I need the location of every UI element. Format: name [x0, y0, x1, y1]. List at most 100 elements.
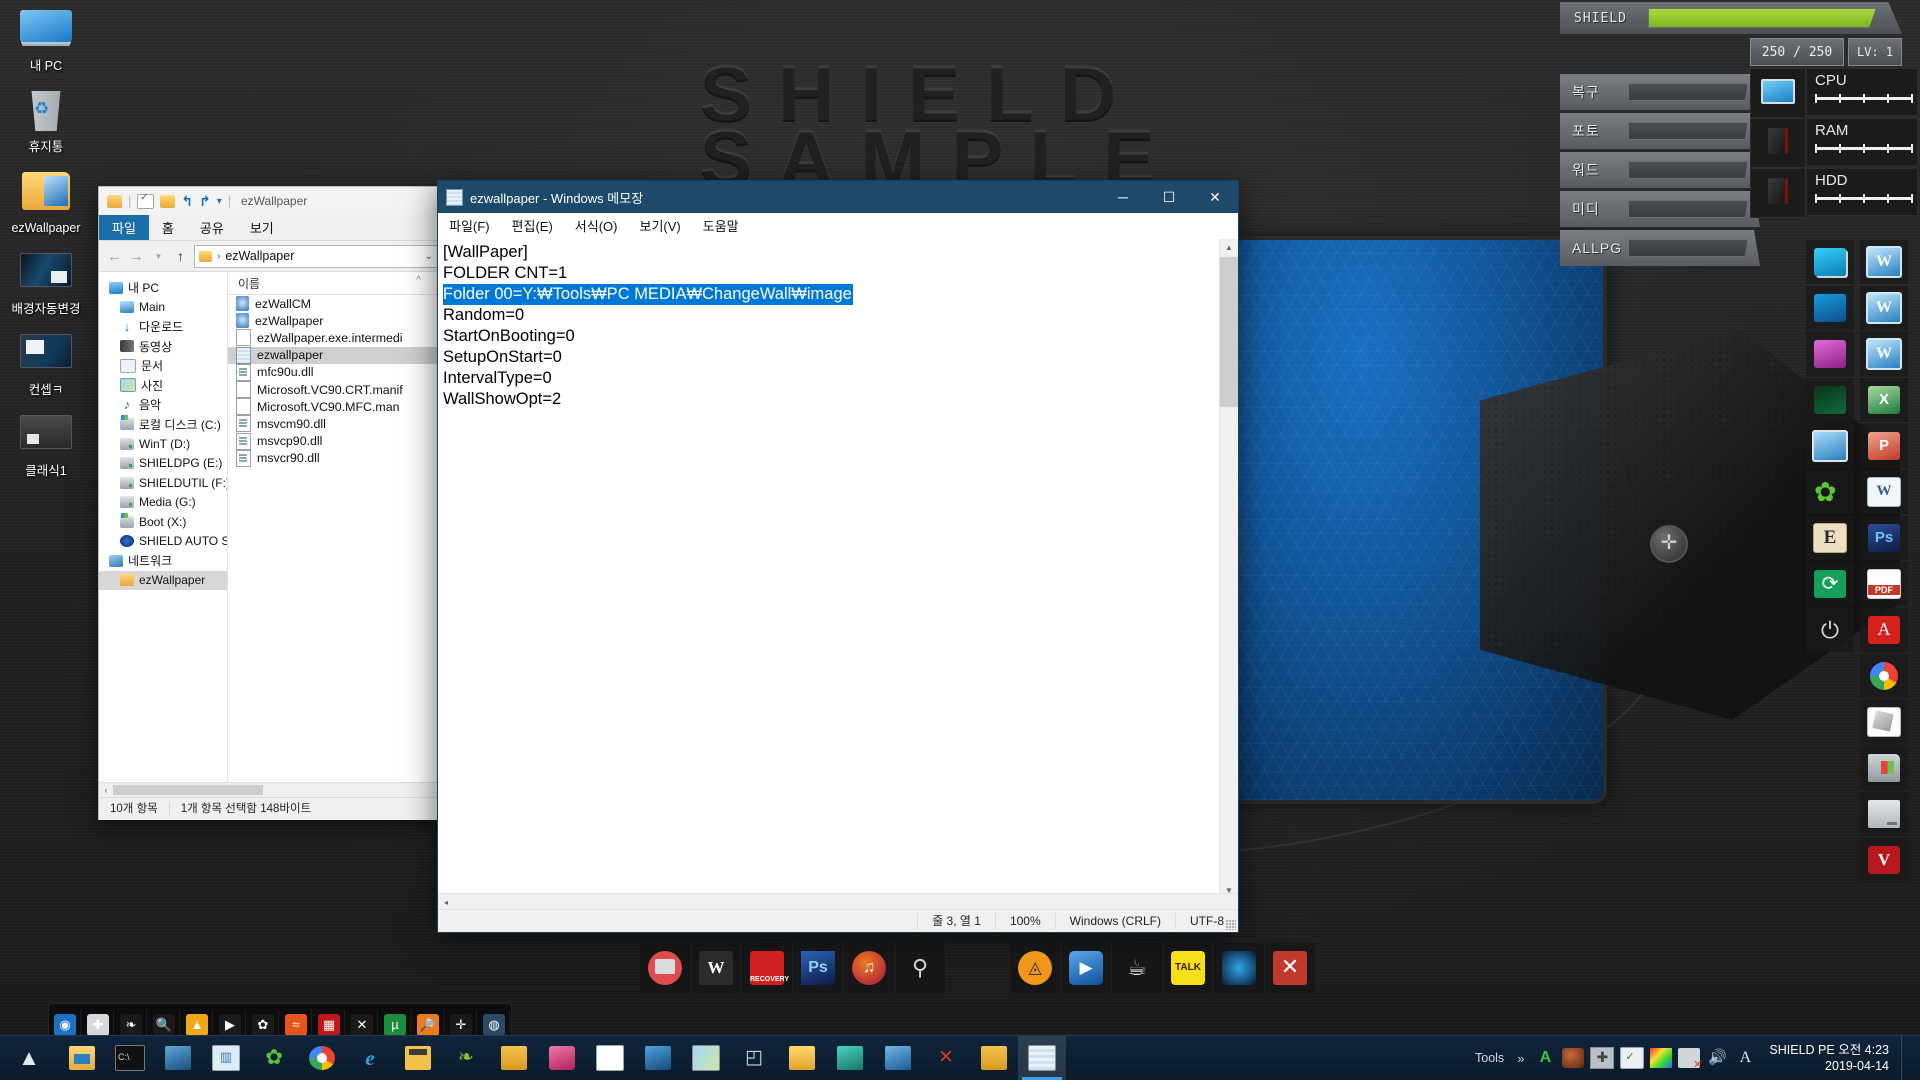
- dock-slot[interactable]: [1214, 943, 1265, 993]
- taskbar-item-leaf[interactable]: ❧: [442, 1036, 490, 1080]
- nav-item-shieldpge[interactable]: SHIELDPG (E:): [99, 454, 227, 474]
- volume-icon[interactable]: 🔊: [1706, 1048, 1728, 1068]
- nav-item-bootx[interactable]: Boot (X:): [99, 512, 227, 532]
- dock-slot[interactable]: ☕: [1112, 943, 1163, 993]
- refresh-green-icon[interactable]: ⟳: [1814, 570, 1846, 598]
- taskbar-item-perf-monitor[interactable]: ▥: [202, 1036, 250, 1080]
- v-red-icon[interactable]: V: [1868, 846, 1900, 874]
- dock-slot[interactable]: ⚲: [895, 943, 946, 993]
- network-disconnected-icon[interactable]: [1678, 1048, 1702, 1071]
- dock-slot[interactable]: X: [1860, 378, 1908, 422]
- notepad-line[interactable]: StartOnBooting=0: [443, 326, 1216, 347]
- notepad-line[interactable]: SetupOnStart=0: [443, 347, 1216, 368]
- file-row[interactable]: Microsoft.VC90.CRT.manif: [228, 381, 445, 399]
- system-tray[interactable]: Tools » A ✚ 🔊 A SHIELD PE 오전 4:23 2019-04-1…: [1469, 1036, 1920, 1080]
- notepad-line[interactable]: [WallPaper]: [443, 242, 1216, 263]
- plus-tool-icon[interactable]: ✚: [1590, 1047, 1615, 1069]
- desktop-icon-ezwallpaper[interactable]: ezWallpaper: [7, 172, 85, 235]
- notepad-text-content[interactable]: [WallPaper] FOLDER CNT=1 Folder 00=Y:₩Tool…: [443, 242, 1216, 410]
- chevron-down-icon[interactable]: ▾: [217, 196, 222, 207]
- dock-slot[interactable]: W: [1860, 332, 1908, 376]
- windows-folder-icon[interactable]: [1868, 754, 1900, 782]
- dock-slot[interactable]: W: [1860, 470, 1908, 514]
- red-puzzle-icon[interactable]: ✛: [450, 1014, 472, 1036]
- up-icon[interactable]: ↑: [172, 248, 189, 264]
- orange-triangle-icon[interactable]: ◬: [1018, 951, 1052, 985]
- file-row[interactable]: Microsoft.VC90.MFC.man: [228, 398, 445, 416]
- red-monitor-icon[interactable]: [648, 951, 682, 985]
- dock-slot[interactable]: [1806, 332, 1854, 376]
- desktop-icon-classic1[interactable]: 클래식1: [7, 415, 85, 478]
- address-input[interactable]: › ezWallpaper ⌄: [194, 244, 438, 268]
- plus-icon[interactable]: ✚: [87, 1014, 109, 1036]
- scrollbar-track[interactable]: [113, 785, 445, 795]
- taskbar-item-notepad[interactable]: [1018, 1036, 1066, 1080]
- taskbar-item-file-explorer[interactable]: [58, 1036, 106, 1080]
- desktop-icon-my-pc[interactable]: 내 PC: [7, 10, 85, 73]
- taskbar-item-photo-viewer[interactable]: [682, 1036, 730, 1080]
- taskbar-item-teal-app[interactable]: [826, 1036, 874, 1080]
- nav-item-main[interactable]: Main: [99, 298, 227, 318]
- monitor-matrix-icon[interactable]: [1814, 386, 1846, 414]
- dock-slot[interactable]: [1860, 792, 1908, 836]
- nav-item-mediag[interactable]: Media (G:): [99, 493, 227, 513]
- scrabble-e-icon[interactable]: E: [1813, 523, 1847, 553]
- menu-view[interactable]: 보기(V): [628, 213, 691, 238]
- desktop-icon-recycle-bin[interactable]: 휴지통: [7, 91, 85, 154]
- monitor-pink-icon[interactable]: [1814, 340, 1846, 368]
- nav-item-[interactable]: 문서: [99, 356, 227, 376]
- taskbar-item-blue-app[interactable]: [634, 1036, 682, 1080]
- nav-item-[interactable]: ♪ 음악: [99, 395, 227, 415]
- taskbar-item-clover[interactable]: ✿: [250, 1036, 298, 1080]
- dock-slot[interactable]: [1860, 700, 1908, 744]
- dock-slot[interactable]: P: [1860, 424, 1908, 468]
- leaf-icon[interactable]: ❧: [120, 1014, 142, 1036]
- word-icon[interactable]: W: [699, 951, 733, 985]
- hdd-icon[interactable]: [1868, 800, 1900, 828]
- red-x-icon[interactable]: ✕: [1273, 951, 1307, 985]
- acrobat-icon[interactable]: A: [1868, 616, 1900, 644]
- new-folder-icon[interactable]: [160, 194, 176, 208]
- monitor-cyan-icon[interactable]: [1814, 248, 1846, 276]
- ime-icon[interactable]: A: [1734, 1048, 1756, 1068]
- blue-app-icon[interactable]: ◉: [54, 1014, 76, 1036]
- taskbar-item-command-prompt[interactable]: C:\: [106, 1036, 154, 1080]
- dock-slot[interactable]: [1860, 654, 1908, 698]
- tools-label[interactable]: Tools: [1469, 1051, 1510, 1065]
- planet-icon[interactable]: [1562, 1048, 1585, 1068]
- dock-slot[interactable]: ◬: [1010, 943, 1061, 993]
- dock-slot[interactable]: ⏻: [1806, 608, 1854, 652]
- red-grid-icon[interactable]: ▦: [318, 1014, 340, 1036]
- play-blue-icon[interactable]: ▶: [1069, 951, 1103, 985]
- forward-icon[interactable]: →: [128, 248, 145, 265]
- tab-home[interactable]: 홈: [149, 215, 187, 240]
- desktop-icon-wallpaper-autochange[interactable]: 배경자동변경: [7, 253, 85, 316]
- taskbar-item-sticky-note[interactable]: [490, 1036, 538, 1080]
- dock-slot[interactable]: [1806, 240, 1854, 284]
- nav-item-[interactable]: ↓ 다운로드: [99, 317, 227, 337]
- minimize-button[interactable]: ─: [1100, 181, 1146, 213]
- menu-file[interactable]: 파일(F): [438, 213, 501, 238]
- nav-item-ezwallpaper[interactable]: ezWallpaper: [99, 570, 227, 590]
- undo-icon[interactable]: ↰: [181, 193, 193, 210]
- file-row[interactable]: mfc90u.dll: [228, 363, 445, 381]
- nav-item-shieldautossd[interactable]: SHIELD AUTO SSD: [99, 532, 227, 552]
- address-bar-row[interactable]: ← → ▾ ↑ › ezWallpaper ⌄: [99, 241, 445, 271]
- notepad-line[interactable]: WallShowOpt=2: [443, 389, 1216, 410]
- file-row[interactable]: ezWallCM: [228, 295, 445, 312]
- notepad-vertical-scrollbar[interactable]: ▲ ▼: [1219, 239, 1238, 900]
- notepad-line[interactable]: IntervalType=0: [443, 368, 1216, 389]
- floppy-tool-icon[interactable]: [1867, 707, 1901, 737]
- notepad-window[interactable]: ezwallpaper - Windows 메모장 ─ ☐ ✕ 파일(F) 편집…: [437, 180, 1239, 933]
- taskbar-item-pink-app[interactable]: [538, 1036, 586, 1080]
- dock-slot[interactable]: W: [1860, 286, 1908, 330]
- dock-slot[interactable]: [1860, 562, 1908, 606]
- notepad-title-bar[interactable]: ezwallpaper - Windows 메모장 ─ ☐ ✕: [438, 181, 1238, 213]
- clock[interactable]: SHIELD PE 오전 4:23 2019-04-14: [1761, 1042, 1899, 1074]
- taskbar-item-chrome[interactable]: [298, 1036, 346, 1080]
- power-icon[interactable]: ⏻: [1814, 616, 1846, 644]
- nav-item-pc[interactable]: 내 PC: [99, 278, 227, 298]
- center-dock-right[interactable]: ◬ ▶ ☕ TALK ✕: [1010, 943, 1316, 993]
- dock-slot[interactable]: [640, 943, 691, 993]
- notepad-selected-text[interactable]: Folder 00=Y:₩Tools₩PC MEDIA₩ChangeWall₩i…: [443, 284, 853, 305]
